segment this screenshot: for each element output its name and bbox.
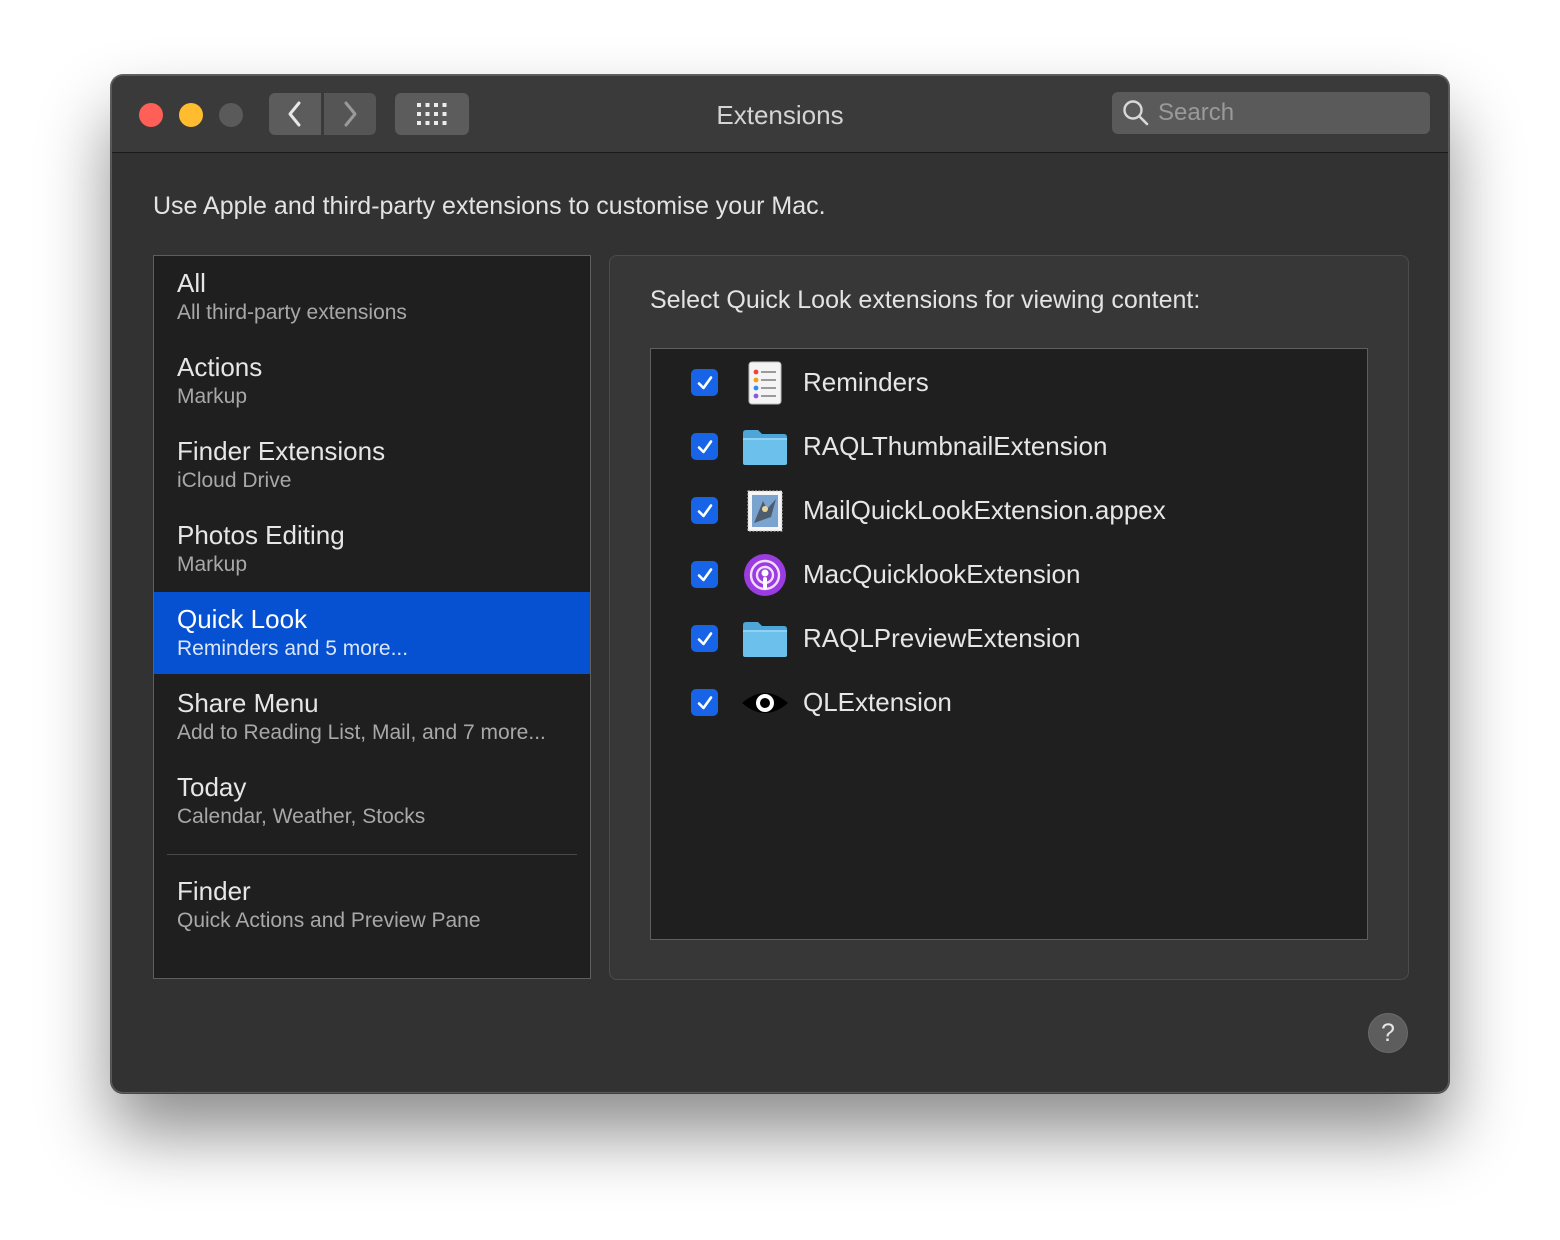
sidebar-item-name: Quick Look <box>177 604 308 634</box>
extension-checkbox[interactable] <box>691 433 718 460</box>
extension-checkbox[interactable] <box>691 561 718 588</box>
extension-checkbox[interactable] <box>691 625 718 652</box>
reminders-icon <box>748 361 782 405</box>
chevron-left-icon <box>288 101 301 127</box>
sidebar-item-subtitle: Reminders and 5 more... <box>177 637 409 660</box>
sidebar-item-subtitle: All third-party extensions <box>177 301 407 324</box>
sidebar-item-share-menu[interactable]: Share Menu Add to Reading List, Mail, an… <box>154 676 590 758</box>
sidebar-item-name: Photos Editing <box>177 520 345 550</box>
checkmark-icon <box>697 375 712 389</box>
search-input[interactable] <box>1156 98 1420 128</box>
close-button[interactable] <box>139 103 163 127</box>
extension-label: MacQuicklookExtension <box>803 559 1081 589</box>
grid-icon <box>417 103 447 125</box>
sidebar-item-name: Finder <box>177 876 251 906</box>
sidebar-item-subtitle: Calendar, Weather, Stocks <box>177 805 426 828</box>
extension-checkbox[interactable] <box>691 497 718 524</box>
sidebar-item-subtitle: iCloud Drive <box>177 469 292 492</box>
sidebar-item-actions[interactable]: Actions Markup <box>154 340 590 422</box>
minimize-button[interactable] <box>179 103 203 127</box>
zoom-button[interactable] <box>219 103 243 127</box>
checkmark-icon <box>697 439 712 453</box>
extension-checkbox[interactable] <box>691 689 718 716</box>
extension-row: QLExtension <box>651 671 1367 735</box>
folder-icon <box>743 622 787 657</box>
podcasts-icon <box>744 554 786 596</box>
checkmark-icon <box>697 631 712 645</box>
chevron-right-icon <box>344 101 357 127</box>
extension-label: MailQuickLookExtension.appex <box>803 495 1166 525</box>
extension-row: RAQLThumbnailExtension <box>651 415 1367 479</box>
sidebar-item-finder[interactable]: Finder Quick Actions and Preview Pane <box>154 864 590 946</box>
sidebar-item-all[interactable]: All All third-party extensions <box>154 256 590 338</box>
category-list: All All third-party extensions Actions M… <box>153 255 591 979</box>
mail-stamp-icon <box>747 490 783 532</box>
title-bar: Extensions <box>112 76 1448 153</box>
sidebar-item-subtitle: Add to Reading List, Mail, and 7 more... <box>177 721 546 744</box>
checkmark-icon <box>697 695 712 709</box>
show-all-button[interactable] <box>395 93 469 135</box>
folder-icon <box>743 430 787 465</box>
sidebar-item-quick-look[interactable]: Quick Look Reminders and 5 more... <box>154 592 590 674</box>
sidebar-item-photos-editing[interactable]: Photos Editing Markup <box>154 508 590 590</box>
extension-label: RAQLPreviewExtension <box>803 623 1081 653</box>
intro-text: Use Apple and third-party extensions to … <box>153 192 826 220</box>
sidebar-item-name: All <box>177 268 206 298</box>
extension-label: QLExtension <box>803 687 952 717</box>
help-button[interactable]: ? <box>1368 1013 1408 1053</box>
extension-row: Reminders <box>651 351 1367 415</box>
sidebar-item-subtitle: Markup <box>177 385 248 408</box>
panel-heading: Select Quick Look extensions for viewing… <box>650 286 1201 314</box>
sidebar-item-finder-extensions[interactable]: Finder Extensions iCloud Drive <box>154 424 590 506</box>
sidebar-divider <box>167 854 577 855</box>
extension-label: RAQLThumbnailExtension <box>803 431 1108 461</box>
forward-button[interactable] <box>324 93 376 135</box>
sidebar-item-name: Share Menu <box>177 688 319 718</box>
sidebar-item-today[interactable]: Today Calendar, Weather, Stocks <box>154 760 590 842</box>
sidebar-item-name: Actions <box>177 352 263 382</box>
extension-row: RAQLPreviewExtension <box>651 607 1367 671</box>
sidebar-item-subtitle: Markup <box>177 553 248 576</box>
extension-label: Reminders <box>803 367 929 397</box>
checkmark-icon <box>697 503 712 517</box>
search-icon <box>1123 100 1149 126</box>
sidebar-item-name: Today <box>177 772 247 802</box>
sidebar-item-subtitle: Quick Actions and Preview Pane <box>177 909 481 932</box>
extension-row: MailQuickLookExtension.appex <box>651 479 1367 543</box>
checkmark-icon <box>697 567 712 581</box>
back-button[interactable] <box>269 93 321 135</box>
eye-icon <box>742 693 788 713</box>
extension-list: Reminders RAQLThumbnailExtension MailQui… <box>650 348 1368 940</box>
preferences-window: Extensions Use Apple and third-party ext… <box>111 75 1449 1093</box>
quick-look-panel: Select Quick Look extensions for viewing… <box>609 255 1409 980</box>
search-field[interactable] <box>1112 92 1430 134</box>
sidebar-item-name: Finder Extensions <box>177 436 386 466</box>
extension-row: MacQuicklookExtension <box>651 543 1367 607</box>
extension-checkbox[interactable] <box>691 369 718 396</box>
